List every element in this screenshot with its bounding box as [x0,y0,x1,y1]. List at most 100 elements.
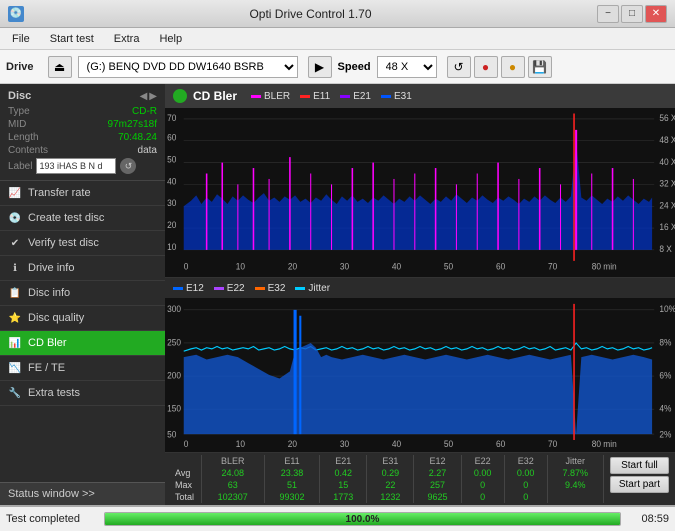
disc-info-icon: 📋 [8,286,22,300]
cd-bler-icon: 📊 [8,336,22,350]
speed-icon-group: ▶ [308,56,332,78]
start-full-button[interactable]: Start full [610,457,669,474]
legend-bler-dot [251,95,261,98]
sidebar-item-cd-bler[interactable]: 📊 CD Bler [0,331,165,356]
start-part-button[interactable]: Start part [610,476,669,493]
menu-help[interactable]: Help [151,31,190,47]
menu-extra[interactable]: Extra [106,31,148,47]
chart-header: CD Bler BLER E11 E21 E31 [165,84,675,108]
disc-arrow-right[interactable]: ▶ [149,91,157,102]
transfer-rate-icon: 📈 [8,186,22,200]
menu-start-test[interactable]: Start test [42,31,102,47]
bler-chart-svg: 70 60 50 40 30 20 10 56 X 48 X 40 X 32 X… [165,108,675,277]
disc-section-title: Disc [8,90,31,102]
drive-eject-icon[interactable]: ⏏ [48,56,72,78]
stats-header-e22: E22 [461,455,504,467]
sidebar-item-fe-te[interactable]: 📉 FE / TE [0,356,165,381]
speed-select[interactable]: 48 X [377,56,437,78]
stats-bar: BLER E11 E21 E31 E12 E22 E32 Jitter Avg … [165,453,675,505]
disc-label-icon[interactable]: ↺ [120,158,136,174]
speed-refresh-icon[interactable]: ↺ [447,56,471,78]
stats-header-e12: E12 [414,455,461,467]
svg-text:8 X: 8 X [659,244,672,254]
app-icon: 💿 [8,6,24,22]
svg-text:56 X: 56 X [659,113,675,123]
svg-text:16 X: 16 X [659,222,675,232]
svg-text:0: 0 [184,261,189,271]
svg-text:30: 30 [340,261,350,271]
drive-icon-group: ⏏ [48,56,72,78]
stats-row-max: Max 63 51 15 22 257 0 0 9.4% [171,479,603,491]
svg-text:0: 0 [184,439,189,450]
disc-orange-icon[interactable]: ● [501,56,525,78]
svg-text:250: 250 [167,337,181,348]
svg-text:80 min: 80 min [592,439,617,450]
chart-title: CD Bler [193,89,237,103]
svg-text:70: 70 [548,439,557,450]
create-test-disc-icon: 💿 [8,211,22,225]
status-window-button[interactable]: Status window >> [0,482,165,505]
svg-text:40: 40 [392,439,401,450]
sidebar-nav: 📈 Transfer rate 💿 Create test disc ✔ Ver… [0,181,165,406]
save-icon[interactable]: 💾 [528,56,552,78]
drive-read-icon[interactable]: ▶ [308,56,332,78]
svg-text:6%: 6% [659,370,671,381]
legend-e22-dot [214,287,224,290]
extra-tests-icon: 🔧 [8,386,22,400]
legend-e32: E32 [255,283,286,294]
sidebar-item-disc-info[interactable]: 📋 Disc info [0,281,165,306]
legend-e32-dot [255,287,265,290]
stats-table: BLER E11 E21 E31 E12 E22 E32 Jitter Avg … [171,455,604,503]
sidebar-item-extra-tests[interactable]: 🔧 Extra tests [0,381,165,406]
sidebar-item-disc-quality[interactable]: ⭐ Disc quality [0,306,165,331]
contents-label: Contents [8,145,48,156]
drive-select[interactable]: (G:) BENQ DVD DD DW1640 BSRB [78,56,298,78]
svg-text:20: 20 [288,261,298,271]
close-button[interactable]: ✕ [645,5,667,23]
mid-label: MID [8,119,26,130]
svg-text:20: 20 [167,220,177,230]
svg-text:10: 10 [236,261,246,271]
minimize-button[interactable]: − [597,5,619,23]
sidebar-item-drive-info[interactable]: ℹ Drive info [0,256,165,281]
progress-text: 100.0% [105,513,620,525]
speed-action-icons: ↺ ● ● 💾 [447,56,552,78]
disc-quality-icon: ⭐ [8,311,22,325]
svg-text:60: 60 [496,439,505,450]
disc-label-input[interactable] [36,158,116,174]
sidebar-item-create-test-disc[interactable]: 💿 Create test disc [0,206,165,231]
sidebar-item-transfer-rate[interactable]: 📈 Transfer rate [0,181,165,206]
status-text: Test completed [6,513,96,525]
charts-container: 70 60 50 40 30 20 10 56 X 48 X 40 X 32 X… [165,108,675,453]
drive-info-icon: ℹ [8,261,22,275]
maximize-button[interactable]: □ [621,5,643,23]
start-buttons: Start full Start part [604,455,669,503]
svg-text:32 X: 32 X [659,178,675,188]
stats-row-total: Total 102307 99302 1773 1232 9625 0 0 [171,491,603,503]
disc-red-icon[interactable]: ● [474,56,498,78]
stats-header-e32: E32 [504,455,547,467]
svg-text:70: 70 [167,113,177,123]
chart-icon [173,89,187,103]
disc-arrow-left[interactable]: ◀ [140,91,148,102]
chart-legend-1: BLER E11 E21 E31 [251,91,412,102]
status-bar: Test completed 100.0% 08:59 [0,505,675,531]
stats-header-bler: BLER [201,455,264,467]
svg-text:10: 10 [167,242,177,252]
status-window-label: Status window >> [8,488,95,500]
menu-file[interactable]: File [4,31,38,47]
svg-text:40: 40 [392,261,402,271]
chart-area: CD Bler BLER E11 E21 E31 [165,84,675,505]
legend-e22: E22 [214,283,245,294]
svg-text:2%: 2% [659,429,671,440]
status-time: 08:59 [629,513,669,525]
svg-text:50: 50 [444,261,454,271]
svg-text:8%: 8% [659,337,671,348]
sidebar-item-verify-test-disc[interactable]: ✔ Verify test disc [0,231,165,256]
sidebar: Disc ◀ ▶ Type CD-R MID 97m27s18f Length … [0,84,165,505]
legend-e12-dot [173,287,183,290]
svg-text:30: 30 [167,198,177,208]
svg-text:10: 10 [236,439,245,450]
svg-text:50: 50 [167,429,176,440]
svg-text:24 X: 24 X [659,200,675,210]
